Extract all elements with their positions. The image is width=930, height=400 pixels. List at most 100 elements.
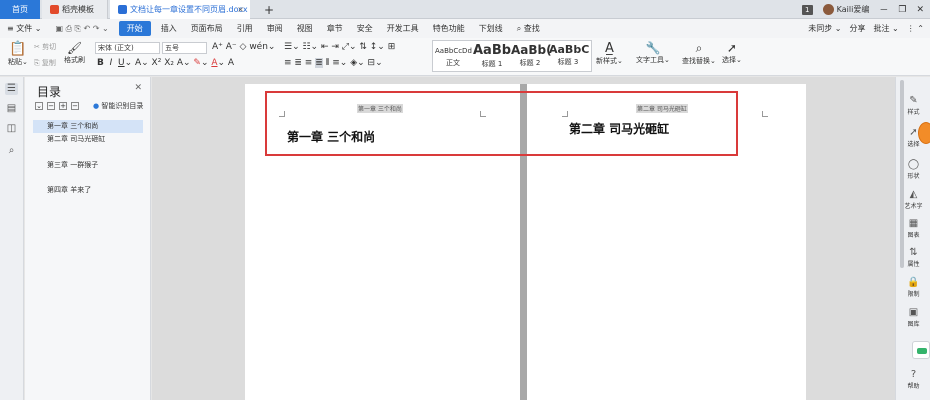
style-heading-1[interactable]: AaBb 标题 1	[473, 43, 511, 69]
format-painter-button[interactable]: 🖌 格式刷	[64, 41, 85, 65]
menu-developer[interactable]: 开发工具	[380, 23, 426, 34]
collapse-icon[interactable]: ⌄	[35, 102, 43, 110]
text-tools-button[interactable]: 🔧 文字工具⌄	[636, 41, 670, 65]
menu-page-layout[interactable]: 页面布局	[184, 23, 230, 34]
menu-chapter[interactable]: 章节	[320, 23, 350, 34]
font-family-select[interactable]: 宋体 (正文)	[95, 42, 160, 54]
comments-button[interactable]: 批注 ⌄	[874, 23, 899, 34]
menu-review[interactable]: 审阅	[260, 23, 290, 34]
menu-references[interactable]: 引用	[230, 23, 260, 34]
restore-button[interactable]: ❐	[898, 5, 906, 15]
magnifier-icon: ⌕	[695, 41, 703, 55]
menu-start[interactable]: 开始	[118, 21, 151, 36]
paste-label: 粘贴⌄	[8, 58, 28, 66]
paste-button[interactable]: 📋 粘贴⌄	[8, 41, 28, 67]
green-widget-icon[interactable]	[912, 341, 930, 359]
menu-view[interactable]: 视图	[290, 23, 320, 34]
pages-icon[interactable]: ▤	[5, 103, 18, 115]
copy-button[interactable]: ⎘ 复制	[34, 58, 56, 68]
style-heading-2[interactable]: AaBb( 标题 2	[511, 43, 552, 68]
tab-document[interactable]: 文档让每一章设置不同页眉.docx ×	[110, 0, 250, 19]
document-area[interactable]: 第一章 三个和尚 第一章 三个和尚 第二章 司马光砸缸 第二章 司马光砸缸	[152, 77, 895, 400]
cut-button[interactable]: ✂ 剪切	[34, 42, 56, 52]
format-painter-label: 格式刷	[64, 56, 85, 64]
right-panel-gallery[interactable]: ▣ 图库	[896, 307, 930, 328]
align-icons[interactable]: ≡ ≣ ≡ ≣ ⫴ ≡⌄ ◈⌄ ⊟⌄	[284, 58, 383, 68]
find-replace-button[interactable]: ⌕ 查找替换⌄	[682, 41, 716, 66]
add-item-icon[interactable]: +	[59, 102, 67, 110]
toc-item[interactable]: 第二章 司马光砸缸	[33, 133, 143, 146]
window-count-badge[interactable]: 1	[801, 4, 813, 15]
brush-icon: 🖌	[66, 41, 83, 55]
menu-underline[interactable]: 下划线	[472, 23, 510, 34]
style-gallery: AaBbCcDd 正文 AaBb 标题 1 AaBb( 标题 2 AaBbC 标…	[432, 40, 592, 72]
bookmark-icon[interactable]: ◫	[5, 123, 18, 135]
remove-item-icon[interactable]: −	[71, 102, 79, 110]
lock-icon: 🔒	[907, 277, 920, 288]
smart-toc-button[interactable]: ● 智能识别目录	[93, 101, 143, 111]
margin-corner	[762, 111, 768, 117]
right-panel-help[interactable]: ? 帮助	[896, 369, 930, 390]
right-panel-properties-label: 属性	[907, 261, 920, 268]
image-icon: ▣	[908, 307, 919, 318]
wrench-icon: 🔧	[645, 41, 661, 55]
menu-bar: ≡ 文件 ⌄ ▣ ⎙ ⎘ ↶ ↷ ⌄ 开始 插入 页面布局 引用 审阅 视图 章…	[0, 19, 930, 38]
right-panel-gallery-label: 图库	[907, 321, 920, 328]
minimize-button[interactable]: －	[879, 3, 888, 16]
list-icons[interactable]: ☰⌄ ☷⌄ ⇤ ⇥ ⤢⌄ ⇅ ↕⌄ ⊞	[284, 42, 395, 52]
right-panel-help-label: 帮助	[907, 383, 920, 390]
select-button[interactable]: ➚ 选择⌄	[722, 41, 742, 65]
style-heading-3-label: 标题 3	[557, 58, 579, 66]
new-style-label: 新样式⌄	[596, 57, 623, 65]
share-button[interactable]: 分享	[850, 23, 866, 34]
menu-security[interactable]: 安全	[350, 23, 380, 34]
sync-status[interactable]: 未同步 ⌄	[808, 23, 841, 34]
floating-assistant-icon[interactable]	[918, 122, 930, 144]
toc-close-icon[interactable]: ✕	[134, 83, 142, 93]
style-heading-3-sample: AaBbC	[549, 43, 590, 56]
menu-features[interactable]: 特色功能	[426, 23, 472, 34]
left-icon-strip: ☰ ▤ ◫ ⌕	[0, 77, 24, 400]
vertical-scrollbar[interactable]	[900, 80, 904, 268]
tab-template-label: 稻壳模板	[62, 5, 94, 14]
titlebar-right: 1 Kaili爱编 － ❐ ✕	[801, 0, 930, 19]
new-style-button[interactable]: A̲ 新样式⌄	[596, 41, 623, 66]
right-panel-wordart-label: 艺术字	[904, 203, 923, 210]
toc-item[interactable]: 第三章 一群猴子	[33, 159, 143, 172]
tab-document-label: 文档让每一章设置不同页眉.docx	[130, 5, 248, 14]
toc-item[interactable]: 第一章 三个和尚	[33, 120, 143, 133]
text-format-icons[interactable]: B I U⌄ A⌄ X² X₂ A⌄ ✎⌄ A⌄ A	[97, 58, 234, 68]
find-icon[interactable]: ⌕	[5, 145, 18, 157]
menu-insert[interactable]: 插入	[154, 23, 184, 34]
style-normal[interactable]: AaBbCcDd 正文	[435, 43, 472, 68]
font-size-adjust-icons[interactable]: A⁺ A⁻ ◇ wén⌄	[212, 42, 275, 52]
style-normal-sample: AaBbCcDd	[435, 47, 472, 55]
file-menu[interactable]: ≡ 文件 ⌄	[0, 23, 49, 34]
toc-nav-icon[interactable]: ☰	[5, 83, 18, 95]
close-window-button[interactable]: ✕	[916, 5, 924, 15]
menu-search-label: 查找	[523, 24, 540, 33]
right-panel-styles-label: 样式	[907, 109, 920, 116]
ribbon: 📋 粘贴⌄ ✂ 剪切 ⎘ 复制 🖌 格式刷 宋体 (正文) 五号 A⁺ A⁻ ◇…	[0, 38, 930, 76]
font-size-select[interactable]: 五号	[162, 42, 207, 54]
right-panel-restrict-label: 限制	[907, 291, 920, 298]
menu-search[interactable]: ⌕ 查找	[510, 23, 547, 34]
style-heading-1-label: 标题 1	[481, 60, 503, 68]
copy-icon: ⎘	[34, 59, 40, 67]
tab-bar: 首页 稻壳模板 文档让每一章设置不同页眉.docx × + 1 Kaili爱编 …	[0, 0, 930, 19]
tab-close-icon[interactable]: ×	[237, 5, 244, 14]
style-normal-label: 正文	[446, 59, 460, 67]
new-tab-button[interactable]: +	[262, 0, 276, 19]
right-panel-restrict[interactable]: 🔒 限制	[896, 277, 930, 298]
user-name: Kaili爱编	[836, 5, 870, 14]
expand-icon[interactable]: −	[47, 102, 55, 110]
tab-template[interactable]: 稻壳模板	[42, 0, 108, 19]
new-style-icon: A̲	[604, 41, 614, 56]
user-menu[interactable]: Kaili爱编	[822, 4, 870, 15]
highlight-box	[265, 91, 738, 156]
style-heading-3[interactable]: AaBbC 标题 3	[549, 43, 590, 67]
tab-home[interactable]: 首页	[0, 0, 40, 19]
style-heading-1-sample: AaBb	[473, 43, 512, 58]
more-menu[interactable]: ⋮ ⌃	[907, 24, 924, 33]
toc-item[interactable]: 第四章 羊来了	[33, 184, 143, 197]
